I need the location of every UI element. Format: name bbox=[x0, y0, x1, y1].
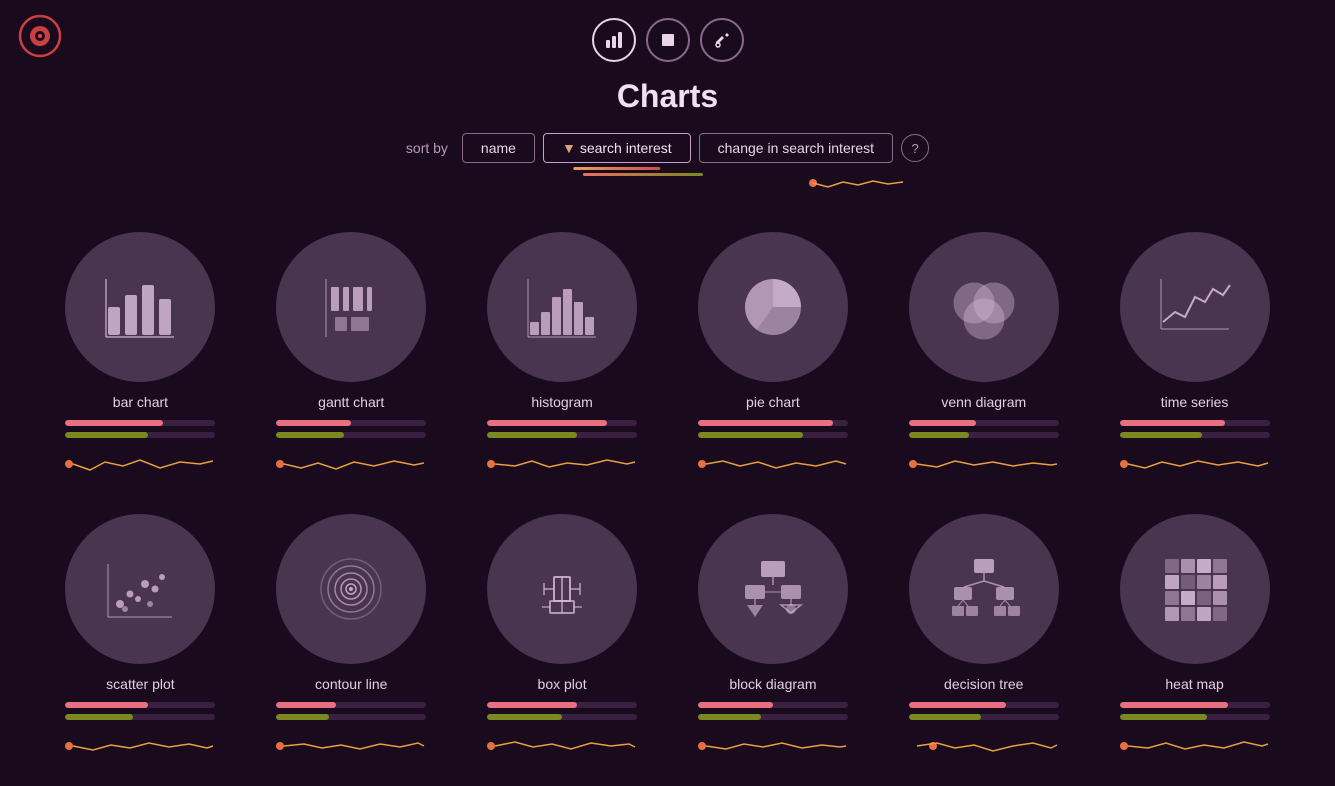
sort-change-button[interactable]: change in search interest bbox=[699, 133, 893, 163]
bar-chart-green-bar bbox=[65, 432, 215, 438]
sort-bar: sort by name ▼search interest change in … bbox=[0, 133, 1335, 163]
bar-chart-item[interactable]: bar chart bbox=[40, 232, 241, 504]
nav-stop-button[interactable] bbox=[646, 18, 690, 62]
box-plot-item[interactable]: box plot bbox=[462, 514, 663, 786]
time-series-interest-bar bbox=[1120, 420, 1270, 426]
page-title: Charts bbox=[0, 78, 1335, 115]
venn-diagram-item[interactable]: venn diagram bbox=[883, 232, 1084, 504]
help-button[interactable]: ? bbox=[901, 134, 929, 162]
block-diagram-item[interactable]: block diagram bbox=[672, 514, 873, 786]
venn-diagram-label: venn diagram bbox=[941, 394, 1026, 410]
pie-chart-green-bar bbox=[698, 432, 848, 438]
pie-chart-sparkline bbox=[698, 444, 848, 484]
decision-tree-label: decision tree bbox=[944, 676, 1023, 692]
heat-map-interest-bar bbox=[1120, 702, 1270, 708]
nav-chart-button[interactable] bbox=[592, 18, 636, 62]
pie-chart-interest-bar bbox=[698, 420, 848, 426]
bar-chart-icon bbox=[65, 232, 215, 382]
contour-line-green-bar bbox=[276, 714, 426, 720]
block-diagram-label: block diagram bbox=[729, 676, 816, 692]
time-series-sparkline bbox=[1120, 444, 1270, 484]
scatter-plot-green-bar bbox=[65, 714, 215, 720]
scatter-plot-sparkline bbox=[65, 726, 215, 766]
time-series-item[interactable]: time series bbox=[1094, 232, 1295, 504]
sort-search-interest-button[interactable]: ▼search interest bbox=[543, 133, 691, 163]
scatter-plot-icon bbox=[65, 514, 215, 664]
time-series-icon bbox=[1120, 232, 1270, 382]
heat-map-icon bbox=[1120, 514, 1270, 664]
venn-diagram-icon bbox=[909, 232, 1059, 382]
app-logo bbox=[18, 14, 62, 63]
scatter-plot-label: scatter plot bbox=[106, 676, 174, 692]
histogram-sparkline bbox=[487, 444, 637, 484]
histogram-item[interactable]: histogram bbox=[462, 232, 663, 504]
box-plot-label: box plot bbox=[538, 676, 587, 692]
charts-grid-row1: bar chart gantt chart bbox=[0, 232, 1335, 504]
box-plot-sparkline bbox=[487, 726, 637, 766]
sort-label: sort by bbox=[406, 140, 448, 156]
gantt-chart-interest-bar bbox=[276, 420, 426, 426]
contour-line-sparkline bbox=[276, 726, 426, 766]
venn-diagram-green-bar bbox=[909, 432, 1059, 438]
gantt-chart-icon bbox=[276, 232, 426, 382]
sort-name-button[interactable]: name bbox=[462, 133, 535, 163]
heat-map-green-bar bbox=[1120, 714, 1270, 720]
contour-line-item[interactable]: contour line bbox=[251, 514, 452, 786]
decision-tree-green-bar bbox=[909, 714, 1059, 720]
scatter-plot-item[interactable]: scatter plot bbox=[40, 514, 241, 786]
venn-diagram-interest-bar bbox=[909, 420, 1059, 426]
histogram-label: histogram bbox=[531, 394, 592, 410]
gantt-chart-label: gantt chart bbox=[318, 394, 384, 410]
contour-line-label: contour line bbox=[315, 676, 387, 692]
histogram-interest-bar bbox=[487, 420, 637, 426]
nav-tools-button[interactable] bbox=[700, 18, 744, 62]
bar-chart-label: bar chart bbox=[113, 394, 168, 410]
box-plot-green-bar bbox=[487, 714, 637, 720]
top-nav bbox=[0, 0, 1335, 70]
pie-chart-item[interactable]: pie chart bbox=[672, 232, 873, 504]
gantt-chart-green-bar bbox=[276, 432, 426, 438]
heat-map-item[interactable]: heat map bbox=[1094, 514, 1295, 786]
block-diagram-interest-bar bbox=[698, 702, 848, 708]
pie-chart-label: pie chart bbox=[746, 394, 800, 410]
box-plot-interest-bar bbox=[487, 702, 637, 708]
contour-line-icon bbox=[276, 514, 426, 664]
gantt-chart-sparkline bbox=[276, 444, 426, 484]
sort-arrow: ▼ bbox=[562, 140, 576, 156]
block-diagram-sparkline bbox=[698, 726, 848, 766]
heat-map-label: heat map bbox=[1165, 676, 1223, 692]
decision-tree-sparkline bbox=[909, 726, 1059, 766]
scatter-plot-interest-bar bbox=[65, 702, 215, 708]
time-series-green-bar bbox=[1120, 432, 1270, 438]
block-diagram-green-bar bbox=[698, 714, 848, 720]
pie-chart-icon bbox=[698, 232, 848, 382]
bar-chart-sparkline bbox=[65, 444, 215, 484]
gantt-chart-item[interactable]: gantt chart bbox=[251, 232, 452, 504]
block-diagram-icon bbox=[698, 514, 848, 664]
histogram-icon bbox=[487, 232, 637, 382]
box-plot-icon bbox=[487, 514, 637, 664]
heat-map-sparkline bbox=[1120, 726, 1270, 766]
venn-diagram-sparkline bbox=[909, 444, 1059, 484]
charts-grid-row2: scatter plot contour line bbox=[0, 514, 1335, 786]
contour-line-interest-bar bbox=[276, 702, 426, 708]
time-series-label: time series bbox=[1161, 394, 1229, 410]
histogram-green-bar bbox=[487, 432, 637, 438]
bar-chart-interest-bar bbox=[65, 420, 215, 426]
decision-tree-icon bbox=[909, 514, 1059, 664]
decision-tree-interest-bar bbox=[909, 702, 1059, 708]
decision-tree-item[interactable]: decision tree bbox=[883, 514, 1084, 786]
